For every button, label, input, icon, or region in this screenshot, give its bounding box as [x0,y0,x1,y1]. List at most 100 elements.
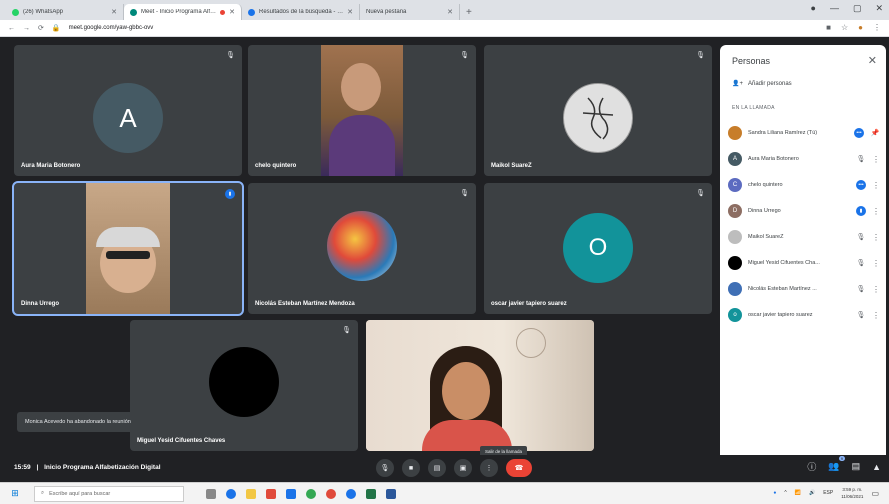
tray-chevron-icon[interactable]: ^ [784,490,786,496]
add-people-button[interactable]: 👤+ Añadir personas [732,80,792,88]
camera-in-use-icon[interactable]: ■ [826,23,831,32]
volume-icon[interactable]: 🔊 [809,490,815,496]
profile-avatar[interactable]: ● [858,23,863,32]
windows-taskbar: ⊞ ⌕ Escribe aquí para buscar ● ^ 📶 🔊 ESP… [0,482,889,504]
taskbar-apps [206,488,396,499]
meeting-controls-bar: 15:59 | Inicio Programa Alfabetización D… [0,455,889,482]
windows-start-icon[interactable]: ⊞ [6,488,24,499]
close-tab-icon[interactable]: ✕ [447,8,453,16]
meeting-title: Inicio Programa Alfabetización Digital [44,464,161,471]
opera-icon[interactable] [326,488,336,499]
mic-off-icon: 🎙 [856,234,866,241]
list-item[interactable]: A Aura Maria Botonero 🎙 ⋮ [728,146,880,172]
avatar: C [728,178,742,192]
chat-icon[interactable]: ▤ [852,461,861,472]
list-item[interactable]: Sandra Liliana Ramírez (Tú) ••• 📌 [728,120,880,146]
file-explorer-icon[interactable] [246,488,256,499]
tab-new[interactable]: Nueva pestaña ✕ [360,4,460,20]
url-field[interactable]: meet.google.com/yaw-gbbc-ovv [69,25,154,31]
forward-icon[interactable]: → [23,25,30,32]
profile-icon[interactable]: ● [811,3,816,14]
excel-icon[interactable] [366,488,376,499]
minimize-button[interactable]: — [830,3,839,14]
more-options-icon[interactable]: ⋮ [872,155,880,164]
language-indicator[interactable]: ESP [823,490,833,496]
notifications-icon[interactable]: ▭ [871,489,879,498]
more-options-button[interactable]: ⋮ [480,459,498,477]
participant-tile[interactable]: 🎙 Nicolás Esteban Martínez Mendoza [248,183,476,314]
mic-off-icon: 🎙 [856,260,866,267]
info-icon[interactable]: ⓘ [807,460,816,473]
panel-title: Personas [732,56,771,66]
reload-icon[interactable]: ⟳ [38,24,44,32]
search-icon: ⌕ [41,490,45,496]
bookmark-star-icon[interactable]: ☆ [841,23,848,32]
person-name: Maikol SuareZ [748,234,784,240]
participant-video [86,183,170,314]
tab-meet[interactable]: Meet - Inicio Programa Alfabetización Di… [124,4,242,20]
list-item[interactable]: Miguel Yesid Cifuentes Cha... 🎙 ⋮ [728,250,880,276]
participant-tile[interactable]: O 🎙 oscar javier tapiero suarez [484,183,712,314]
task-view-icon[interactable] [206,488,216,499]
close-tab-icon[interactable]: ✕ [347,8,353,16]
avatar [728,256,742,270]
person-name: Dinna Urrego [748,208,781,214]
more-options-icon[interactable]: ⋮ [872,181,880,190]
whatsapp-icon [12,8,19,16]
participant-name: Maikol SuareZ [491,163,532,169]
participant-avatar-image [327,211,397,281]
new-tab-button[interactable]: + [460,7,478,20]
close-window-button[interactable]: ✕ [875,3,883,14]
present-button[interactable]: ▣ [454,459,472,477]
more-options-icon[interactable]: ⋮ [872,233,880,242]
more-options-icon[interactable]: ⋮ [872,207,880,216]
speaking-indicator-icon: ••• [854,128,864,138]
edge-icon[interactable] [226,488,236,499]
person-name: Sandra Liliana Ramírez (Tú) [748,130,818,136]
people-icon[interactable]: 👥 [828,461,839,472]
close-tab-icon[interactable]: ✕ [111,8,117,16]
app-icon[interactable] [346,488,356,499]
tab-search[interactable]: Resultados de la búsqueda - Google✕ [242,4,360,20]
taskbar-search[interactable]: ⌕ Escribe aquí para buscar [34,485,184,502]
taskbar-clock[interactable]: 3:59 p. m. 11/06/2021 [841,486,863,500]
more-options-icon[interactable]: ⋮ [872,285,880,294]
notification-toast: Monica Acevedo ha abandonado la reunión [17,412,168,432]
more-options-icon[interactable]: ⋮ [872,311,880,320]
store-icon[interactable] [266,488,276,499]
list-item[interactable]: C chelo quintero ••• ⋮ [728,172,880,198]
activities-icon[interactable]: ▲ [872,462,881,472]
avatar [728,230,742,244]
close-tab-icon[interactable]: ✕ [229,8,235,16]
participant-tile[interactable]: A 🎙 Aura Maria Botonero [14,45,242,176]
tab-whatsapp[interactable]: (26) WhatsApp ✕ [6,4,124,20]
chrome-icon[interactable] [306,488,316,499]
participant-avatar-image [563,83,633,153]
microphone-button[interactable]: 🎙 [376,459,394,477]
pin-icon[interactable]: 📌 [870,128,880,138]
mic-off-icon: 🎙 [696,52,705,59]
more-options-icon[interactable]: ⋮ [872,259,880,268]
participant-tile-active-speaker[interactable]: ▮ Dinna Urrego [12,181,244,316]
back-icon[interactable]: ← [8,25,15,32]
close-icon[interactable]: ✕ [868,54,877,67]
camera-button[interactable]: ■ [402,459,420,477]
mail-icon[interactable] [286,488,296,499]
maximize-button[interactable]: ▢ [853,3,862,14]
list-item[interactable]: o oscar javier tapiero suarez 🎙 ⋮ [728,302,880,328]
menu-icon[interactable]: ⋮ [873,23,881,32]
network-icon[interactable]: 📶 [795,490,801,496]
captions-button[interactable]: ▤ [428,459,446,477]
participant-tile[interactable]: 🎙 Maikol SuareZ [484,45,712,176]
participant-name: Aura Maria Botonero [21,163,81,169]
word-icon[interactable] [386,488,396,499]
people-tray-icon[interactable]: ● [773,490,776,496]
google-icon [248,8,255,16]
leave-call-button[interactable]: ☎ [506,459,532,477]
participant-tile[interactable] [366,320,594,451]
list-item[interactable]: Nicolás Esteban Martínez ... 🎙 ⋮ [728,276,880,302]
list-item[interactable]: Maikol SuareZ 🎙 ⋮ [728,224,880,250]
list-item[interactable]: D Dinna Urrego ▮ ⋮ [728,198,880,224]
participant-tile[interactable]: 🎙 chelo quintero [248,45,476,176]
mic-off-icon: 🎙 [460,190,469,197]
